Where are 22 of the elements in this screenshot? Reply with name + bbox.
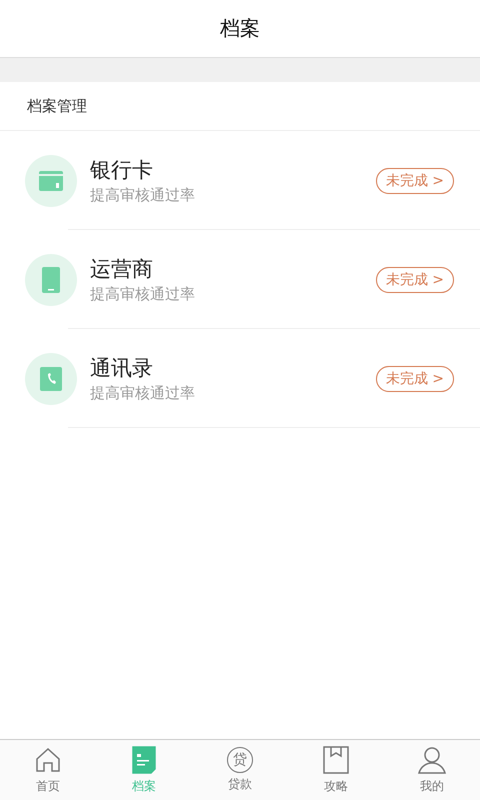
phone-icon: [25, 254, 77, 306]
status-button[interactable]: 未完成 >: [376, 168, 454, 194]
card-icon: [25, 154, 77, 206]
item-subtitle: 提高审核通过率: [90, 285, 196, 304]
status-button[interactable]: 未完成 >: [376, 266, 454, 292]
section-title: 档案管理: [27, 96, 87, 116]
item-title: 银行卡: [90, 157, 154, 184]
contacts-icon: [25, 352, 77, 404]
nav-tab[interactable]: 我的: [384, 740, 480, 800]
nav-tab[interactable]: 档案: [96, 740, 192, 800]
item-title: 通讯录: [90, 355, 154, 382]
status-button[interactable]: 未完成 >: [376, 366, 454, 392]
loan-icon: 贷: [227, 747, 253, 773]
page-title: 档案: [220, 15, 260, 42]
item-title: 运营商: [90, 256, 154, 283]
nav-tab[interactable]: 攻略: [288, 740, 384, 800]
user-icon: [417, 745, 447, 775]
nav-tab[interactable]: 贷 贷款: [192, 740, 288, 800]
nav-tab[interactable]: 首页: [0, 740, 96, 800]
item-subtitle: 提高审核通过率: [90, 186, 196, 205]
item-subtitle: 提高审核通过率: [90, 384, 196, 403]
bookmark-icon: [321, 745, 351, 775]
